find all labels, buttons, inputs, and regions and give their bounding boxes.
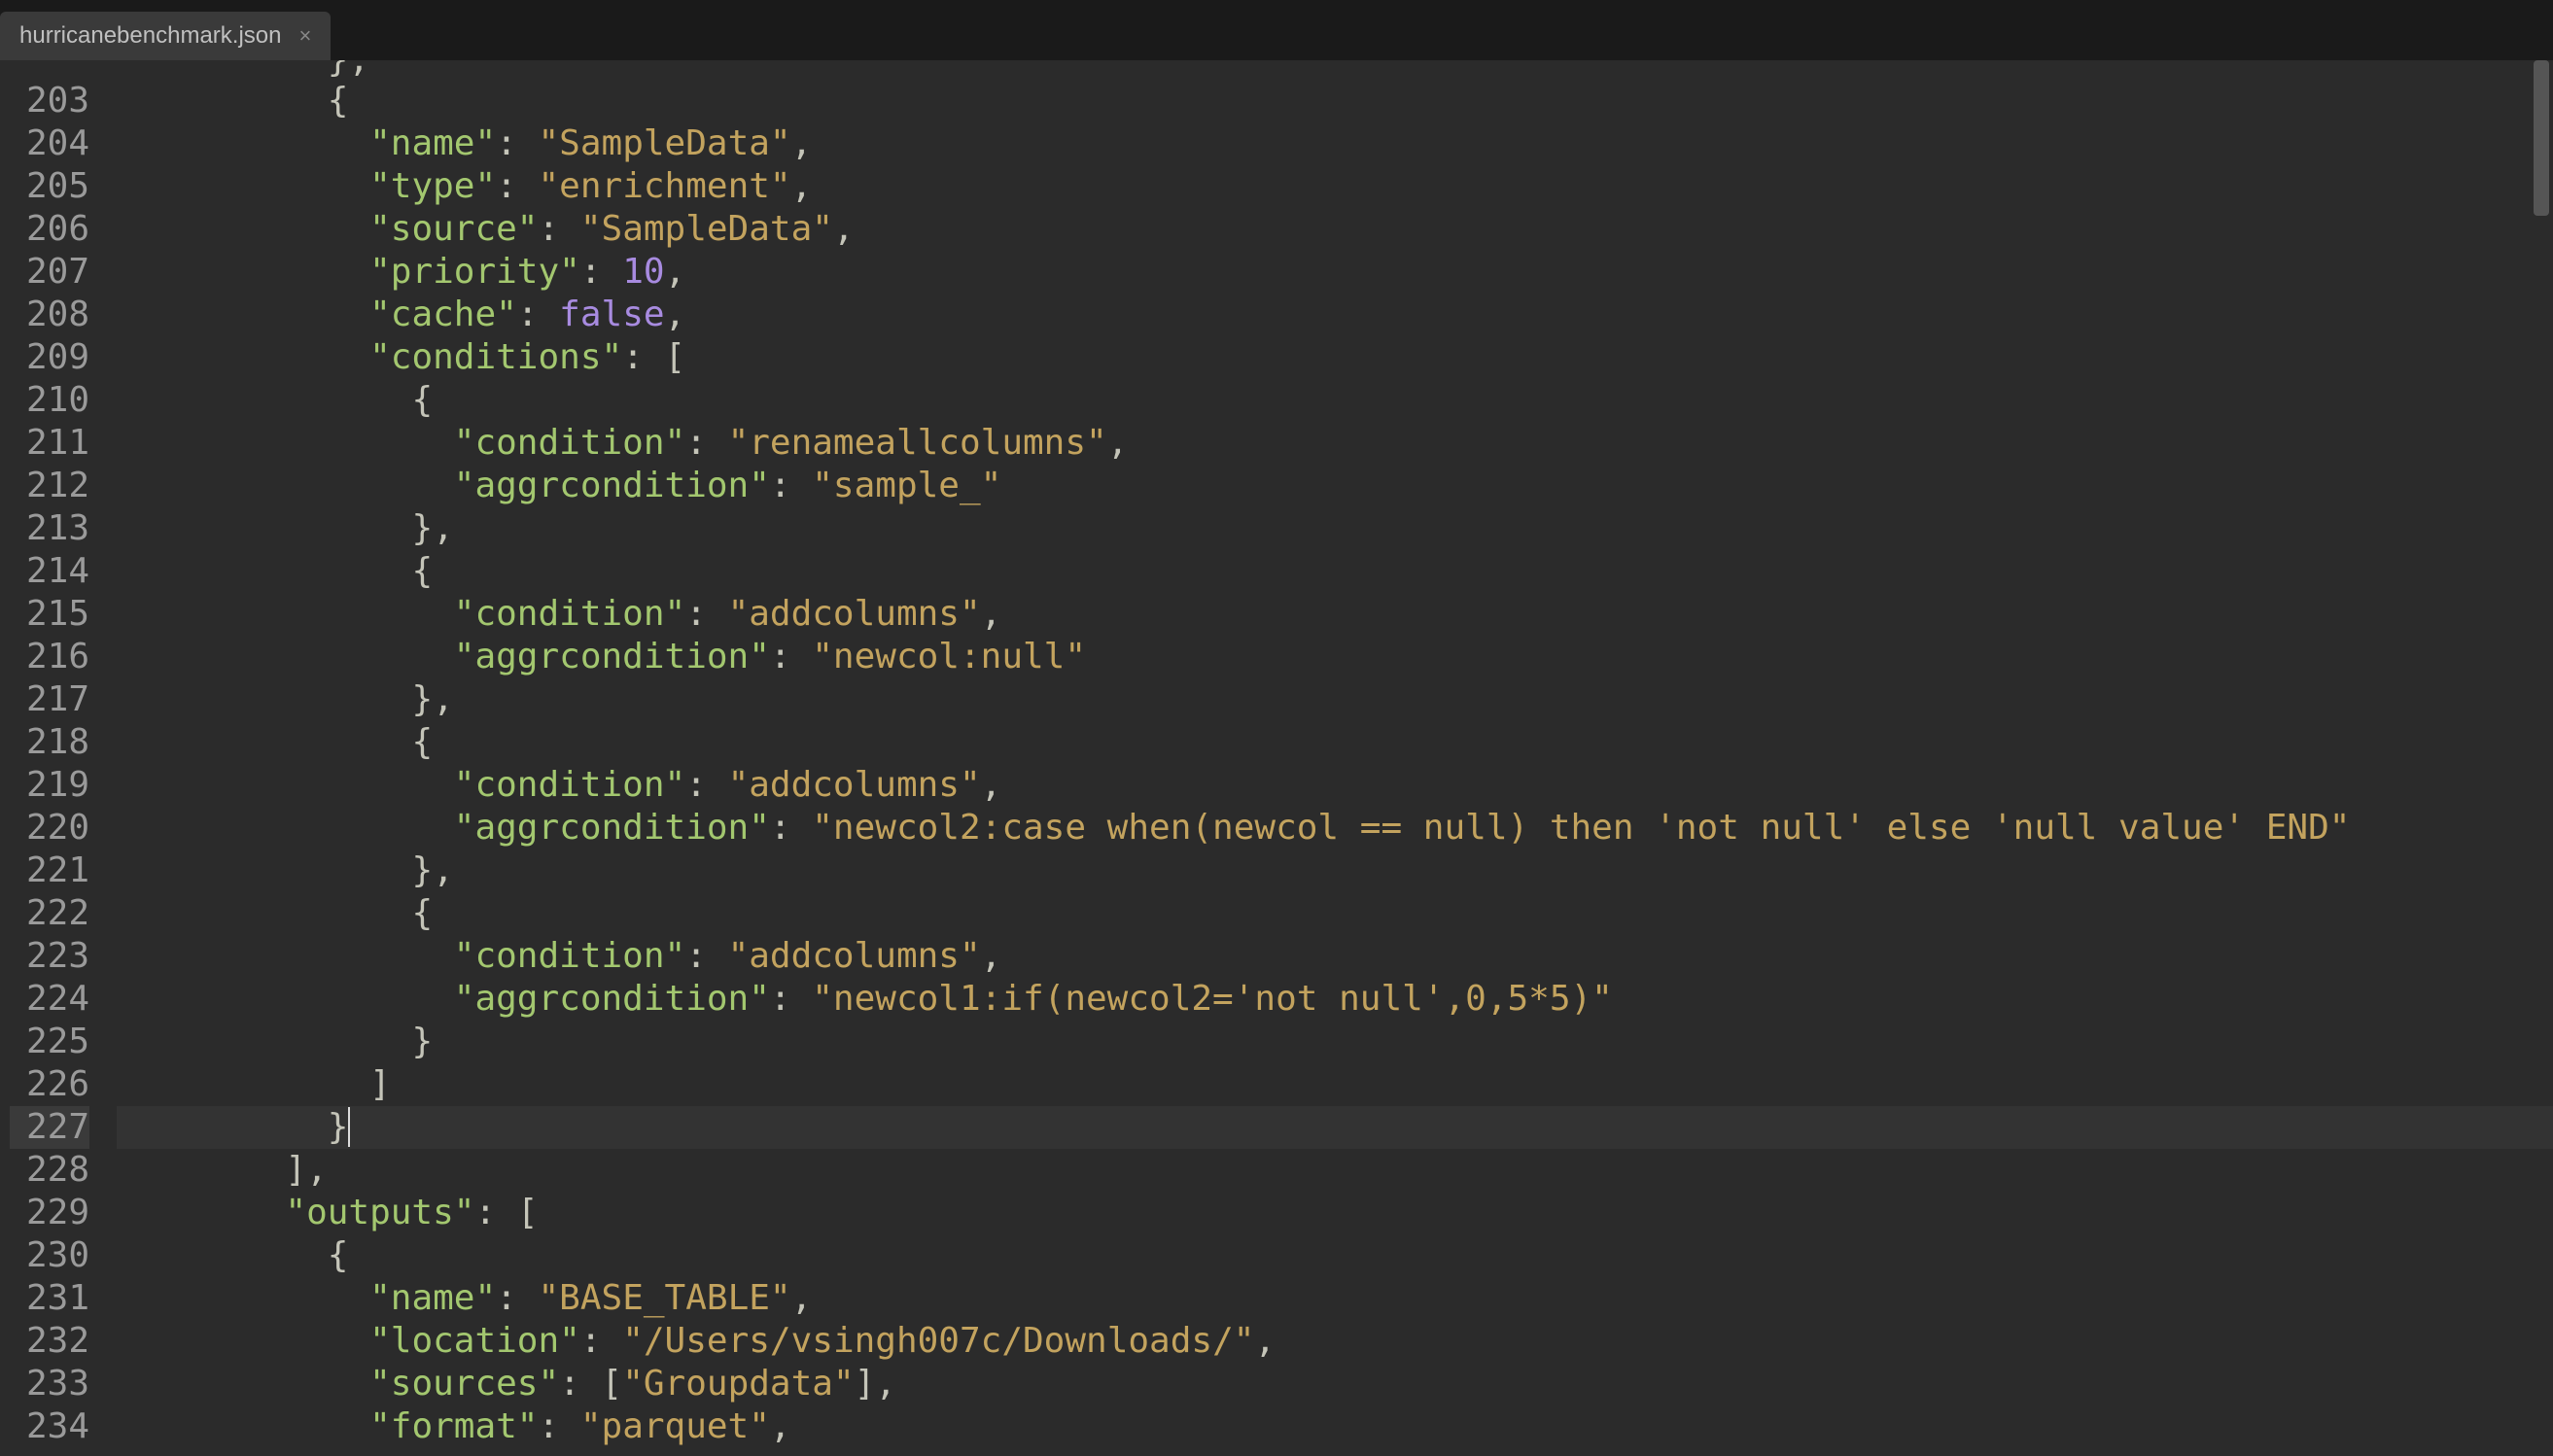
- tab-bar: hurricanebenchmark.json ×: [0, 12, 2553, 60]
- line-number: 217: [10, 678, 89, 721]
- code-line[interactable]: ],: [117, 1149, 2553, 1192]
- line-number-gutter: 2022032042052062072082092102112122132142…: [0, 60, 107, 1456]
- line-number: 226: [10, 1063, 89, 1106]
- line-number: 232: [10, 1320, 89, 1363]
- code-line[interactable]: "aggrcondition": "sample_": [117, 465, 2553, 507]
- line-number: 229: [10, 1192, 89, 1234]
- code-line[interactable]: "condition": "addcolumns",: [117, 593, 2553, 636]
- code-line[interactable]: }: [117, 1021, 2553, 1063]
- code-line[interactable]: "condition": "renameallcolumns",: [117, 422, 2553, 465]
- code-line[interactable]: "source": "SampleData",: [117, 208, 2553, 251]
- line-number: 213: [10, 507, 89, 550]
- line-number: 225: [10, 1021, 89, 1063]
- line-number: 215: [10, 593, 89, 636]
- code-line[interactable]: "aggrcondition": "newcol2:case when(newc…: [117, 807, 2553, 849]
- line-number: 231: [10, 1277, 89, 1320]
- line-number: 202: [10, 60, 89, 80]
- line-number: 221: [10, 849, 89, 892]
- code-line[interactable]: },: [117, 507, 2553, 550]
- code-line[interactable]: ]: [117, 1063, 2553, 1106]
- line-number: 212: [10, 465, 89, 507]
- line-number: 218: [10, 721, 89, 764]
- code-line[interactable]: "condition": "addcolumns",: [117, 935, 2553, 978]
- line-number: 228: [10, 1149, 89, 1192]
- line-number: 234: [10, 1405, 89, 1448]
- code-line[interactable]: {: [117, 892, 2553, 935]
- line-number: 204: [10, 122, 89, 165]
- code-line[interactable]: {: [117, 1234, 2553, 1277]
- line-number: 206: [10, 208, 89, 251]
- code-line[interactable]: "priority": 10,: [117, 251, 2553, 294]
- tab-filename: hurricanebenchmark.json: [19, 22, 281, 50]
- code-line[interactable]: "type": "enrichment",: [117, 165, 2553, 208]
- code-line[interactable]: {: [117, 379, 2553, 422]
- code-line[interactable]: "name": "BASE_TABLE",: [117, 1277, 2553, 1320]
- code-line[interactable]: "aggrcondition": "newcol:null": [117, 636, 2553, 678]
- line-number: 205: [10, 165, 89, 208]
- line-number: 209: [10, 336, 89, 379]
- code-area[interactable]: }, { "name": "SampleData", "type": "enri…: [107, 60, 2553, 1456]
- line-number: 216: [10, 636, 89, 678]
- code-line[interactable]: {: [117, 550, 2553, 593]
- code-line[interactable]: {: [117, 721, 2553, 764]
- line-number: 207: [10, 251, 89, 294]
- code-line[interactable]: }: [117, 1106, 2553, 1149]
- code-line[interactable]: "condition": "addcolumns",: [117, 764, 2553, 807]
- code-line[interactable]: },: [117, 849, 2553, 892]
- code-line[interactable]: },: [117, 678, 2553, 721]
- title-bar: [0, 0, 2553, 12]
- line-number: 223: [10, 935, 89, 978]
- file-tab[interactable]: hurricanebenchmark.json ×: [0, 12, 331, 60]
- code-line[interactable]: "aggrcondition": "newcol1:if(newcol2='no…: [117, 978, 2553, 1021]
- line-number: 230: [10, 1234, 89, 1277]
- code-line[interactable]: "outputs": [: [117, 1192, 2553, 1234]
- close-icon[interactable]: ×: [298, 25, 311, 47]
- line-number: 208: [10, 294, 89, 336]
- code-line[interactable]: "location": "/Users/vsingh007c/Downloads…: [117, 1320, 2553, 1363]
- line-number: 227: [10, 1106, 89, 1149]
- line-number: 220: [10, 807, 89, 849]
- code-line[interactable]: "format": "parquet",: [117, 1405, 2553, 1448]
- line-number: 219: [10, 764, 89, 807]
- scrollbar-thumb[interactable]: [2534, 60, 2549, 216]
- code-line[interactable]: "cache": false,: [117, 294, 2553, 336]
- code-line[interactable]: "name": "SampleData",: [117, 122, 2553, 165]
- code-line[interactable]: {: [117, 80, 2553, 122]
- line-number: 222: [10, 892, 89, 935]
- code-line[interactable]: "conditions": [: [117, 336, 2553, 379]
- code-line[interactable]: "sources": ["Groupdata"],: [117, 1363, 2553, 1405]
- line-number: 224: [10, 978, 89, 1021]
- editor[interactable]: 2022032042052062072082092102112122132142…: [0, 60, 2553, 1456]
- line-number: 233: [10, 1363, 89, 1405]
- line-number: 214: [10, 550, 89, 593]
- vertical-scrollbar[interactable]: [2530, 60, 2553, 1456]
- line-number: 210: [10, 379, 89, 422]
- line-number: 211: [10, 422, 89, 465]
- line-number: 203: [10, 80, 89, 122]
- code-line[interactable]: },: [117, 60, 2553, 80]
